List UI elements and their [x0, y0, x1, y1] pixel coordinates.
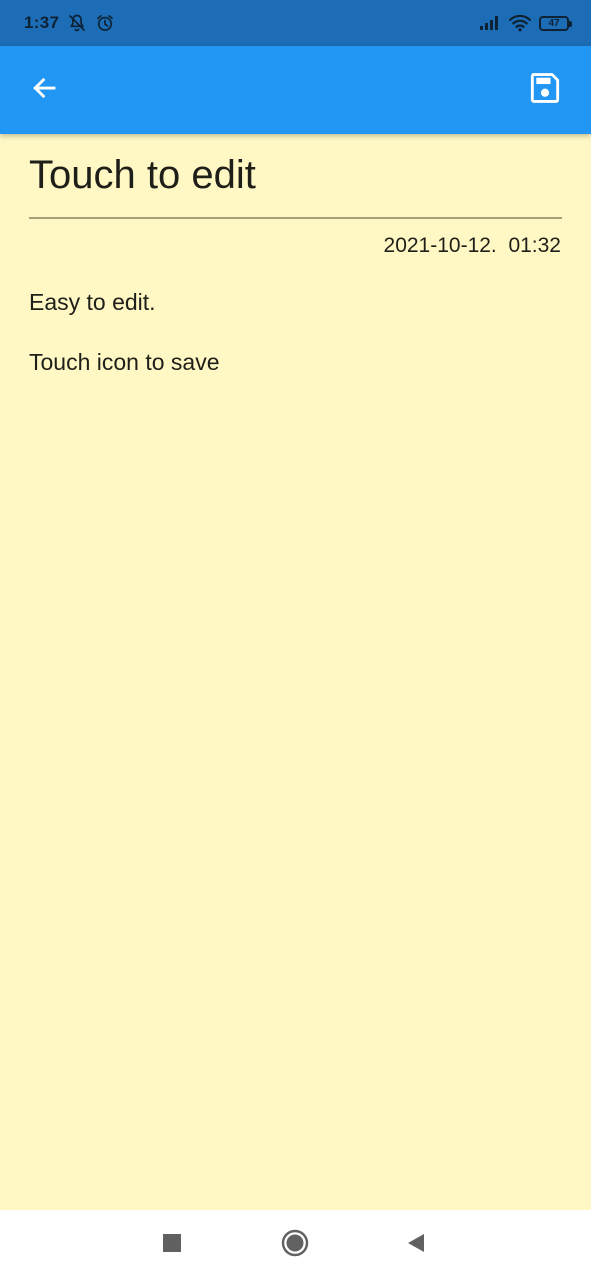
- notifications-off-icon: [67, 13, 87, 33]
- note-line: Touch icon to save: [29, 349, 220, 375]
- back-button[interactable]: [22, 68, 66, 112]
- navigation-bar: [0, 1210, 591, 1280]
- battery-level: 47: [548, 17, 560, 29]
- home-circle-icon: [281, 1229, 309, 1262]
- note-line: Easy to edit.: [29, 289, 156, 315]
- note-body[interactable]: Easy to edit. Touch icon to save: [29, 287, 562, 407]
- note-title[interactable]: Touch to edit: [29, 150, 562, 200]
- screen: 1:37 47 Touch to edit 2021-10-12. 01:32 …: [0, 0, 591, 1280]
- app-bar: [0, 46, 591, 134]
- save-button[interactable]: [523, 68, 567, 112]
- save-icon: [526, 69, 564, 112]
- title-divider: [29, 217, 562, 219]
- wifi-icon: [509, 14, 531, 32]
- arrow-back-icon: [29, 73, 59, 108]
- note-date: 2021-10-12. 01:32: [383, 234, 561, 257]
- nav-back-button[interactable]: [398, 1227, 434, 1263]
- status-left: 1:37: [24, 13, 115, 33]
- home-button[interactable]: [277, 1227, 313, 1263]
- status-right: 47: [479, 14, 572, 32]
- battery-icon: 47: [539, 15, 572, 31]
- signal-icon: [479, 15, 501, 31]
- recents-button[interactable]: [154, 1227, 190, 1263]
- status-time: 1:37: [24, 13, 60, 32]
- alarm-icon: [95, 13, 115, 33]
- status-bar: 1:37 47: [0, 0, 591, 46]
- recents-square-icon: [163, 1233, 181, 1257]
- back-triangle-icon: [406, 1233, 426, 1258]
